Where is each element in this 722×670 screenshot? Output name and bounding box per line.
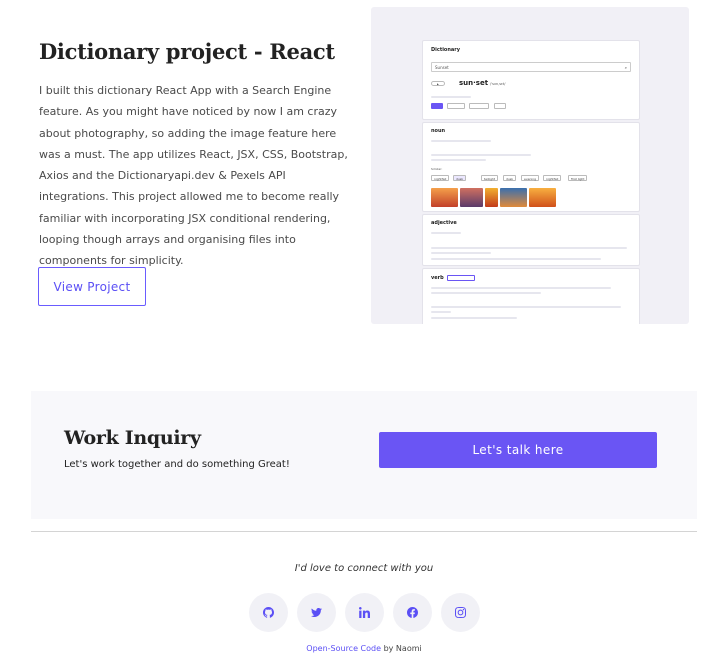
twitter-icon xyxy=(311,608,322,617)
lets-talk-button[interactable]: Let's talk here xyxy=(379,432,657,468)
project-title: Dictionary project - React xyxy=(39,39,335,64)
project-description: I built this dictionary React App with a… xyxy=(39,84,348,268)
footer-author: by Naomi xyxy=(381,644,422,653)
project-screenshot[interactable]: Dictionary Sunset ⌕ ▶ sun·set /'sʌnˌsɛt/… xyxy=(371,7,689,324)
github-icon xyxy=(263,607,274,618)
preview-verb-card: verb xyxy=(422,268,640,324)
connect-text: I'd love to connect with you xyxy=(294,563,434,574)
footer-divider xyxy=(31,531,697,532)
social-links xyxy=(249,593,480,632)
inquiry-title: Work Inquiry xyxy=(64,427,201,449)
twitter-link[interactable] xyxy=(297,593,336,632)
linkedin-icon xyxy=(359,607,370,618)
view-project-button[interactable]: View Project xyxy=(38,267,146,306)
preview-search-card: Dictionary Sunset ⌕ ▶ sun·set /'sʌnˌsɛt/ xyxy=(422,40,640,120)
instagram-link[interactable] xyxy=(441,593,480,632)
linkedin-link[interactable] xyxy=(345,593,384,632)
facebook-icon xyxy=(407,607,418,618)
open-source-link[interactable]: Open-Source Code xyxy=(306,644,381,653)
inquiry-subtitle: Let's work together and do something Gre… xyxy=(64,459,290,470)
facebook-link[interactable] xyxy=(393,593,432,632)
footer: Open-Source Code by Naomi xyxy=(0,644,722,653)
preview-noun-card: noun Similar: nightfall dusk twilight du… xyxy=(422,122,640,212)
preview-adjective-card: adjective xyxy=(422,214,640,266)
github-link[interactable] xyxy=(249,593,288,632)
work-inquiry-section: Work Inquiry Let's work together and do … xyxy=(31,391,697,519)
instagram-icon xyxy=(455,607,466,618)
preview-search-input: Sunset ⌕ xyxy=(431,62,631,72)
